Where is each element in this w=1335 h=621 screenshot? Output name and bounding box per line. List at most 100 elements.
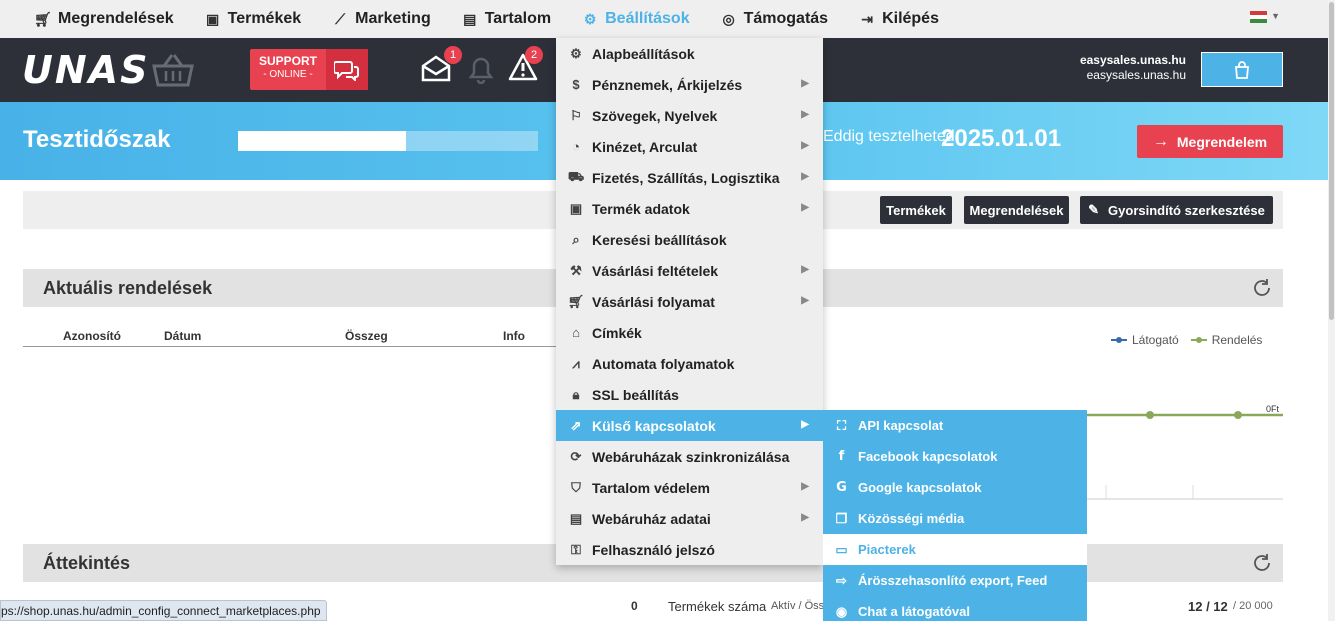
lock-icon: 🔒︎ bbox=[572, 386, 580, 402]
scrollbar-thumb[interactable] bbox=[1329, 2, 1334, 320]
order-now-button[interactable]: → Megrendelem bbox=[1137, 125, 1283, 158]
menu-item-basic-settings[interactable]: ⚙ Alapbeállítások bbox=[556, 38, 823, 69]
chevron-right-icon: ▶ bbox=[801, 109, 809, 120]
menu-item-external-connections[interactable]: ⇗ Külső kapcsolatok ▶ bbox=[556, 410, 823, 441]
cart-icon: 🛒︎ bbox=[567, 293, 585, 309]
basket-logo-icon bbox=[152, 54, 194, 87]
menu-item-automations[interactable]: ⩘ Automata folyamatok bbox=[556, 348, 823, 379]
trial-progress-bar bbox=[238, 131, 538, 151]
chat-bubbles-icon bbox=[326, 49, 368, 90]
trial-end-date: 2025.01.01 bbox=[941, 125, 1062, 152]
user-circle-icon: ◉ bbox=[835, 603, 848, 619]
chevron-right-icon: ▶ bbox=[801, 202, 809, 213]
chevron-right-icon: ▶ bbox=[801, 512, 809, 523]
logout-icon: ⇥ bbox=[861, 10, 873, 27]
menu-item-payment-shipping[interactable]: ⛟ Fizetés, Szállítás, Logisztika ▶ bbox=[556, 162, 823, 193]
browser-status-url: ps://shop.unas.hu/admin_config_connect_m… bbox=[0, 600, 327, 621]
comments-icon: ❐ bbox=[835, 510, 848, 526]
products-limit: / 20 000 bbox=[1233, 600, 1273, 612]
messages-button[interactable]: 1 bbox=[421, 46, 462, 87]
menu-item-user-password[interactable]: ⚿ Felhasználó jelszó bbox=[556, 534, 823, 565]
account-shop: easysales.unas.hu bbox=[1079, 53, 1186, 67]
shortcut-orders-button[interactable]: Megrendelések bbox=[964, 196, 1069, 224]
menu-item-store-data[interactable]: ▤ Webáruház adatai ▶ bbox=[556, 503, 823, 534]
submenu-item-api[interactable]: ⛶ API kapcsolat bbox=[823, 410, 1087, 441]
menu-item-product-data[interactable]: ▣ Termék adatok ▶ bbox=[556, 193, 823, 224]
column-date[interactable]: Dátum bbox=[164, 329, 201, 343]
sitemap-icon: ⛶ bbox=[836, 417, 847, 433]
account-domain: easysales.unas.hu bbox=[1086, 68, 1186, 82]
shopping-bag-icon bbox=[1235, 60, 1249, 79]
submenu-item-marketplaces[interactable]: ▭ Piacterek bbox=[823, 534, 1087, 565]
menu-item-texts-languages[interactable]: ⚐ Szövegek, Nyelvek ▶ bbox=[556, 100, 823, 131]
overview-title: Áttekintés bbox=[43, 553, 131, 573]
submenu-item-visitor-chat[interactable]: ◉ Chat a látogatóval bbox=[823, 596, 1087, 621]
chart-area-icon: ⩘ bbox=[572, 355, 580, 371]
menu-item-ssl[interactable]: 🔒︎ SSL beállítás bbox=[556, 379, 823, 410]
chevron-right-icon: ▶ bbox=[801, 264, 809, 275]
nav-marketing[interactable]: ⟋ Marketing bbox=[331, 10, 430, 28]
alerts-badge: 2 bbox=[525, 46, 543, 64]
support-button[interactable]: SUPPORT - ONLINE - bbox=[250, 49, 368, 90]
products-count-sub: Aktív / Össz bbox=[771, 600, 830, 612]
y-tick-label: 0Ft bbox=[1266, 404, 1280, 414]
settings-dropdown-menu: ⚙ Alapbeállítások $ Pénznemek, Árkijelzés ▶… bbox=[556, 38, 823, 565]
shortcut-products-button[interactable]: Termékek bbox=[880, 196, 952, 224]
nav-products[interactable]: ▣ Termékek bbox=[204, 10, 301, 28]
top-navigation: 🛒︎ Megrendelések ▣ Termékek ⟋ Marketing ▤ Ta… bbox=[0, 0, 1328, 38]
truck-icon: ⛟ bbox=[567, 168, 585, 184]
column-id[interactable]: Azonosító bbox=[63, 329, 121, 343]
submenu-item-social-media[interactable]: ❐ Közösségi média bbox=[823, 503, 1087, 534]
account-info[interactable]: easysales.unas.hu easysales.unas.hu bbox=[1080, 53, 1186, 83]
refresh-icon[interactable] bbox=[1251, 277, 1273, 299]
unas-logo[interactable]: UNAS bbox=[22, 51, 149, 89]
palette-icon: ◔ bbox=[572, 139, 580, 154]
nav-content[interactable]: ▤ Tartalom bbox=[461, 10, 551, 28]
submenu-item-price-export[interactable]: ⇨ Árösszehasonlító export, Feed bbox=[823, 565, 1087, 596]
shop-cart-button[interactable] bbox=[1201, 52, 1283, 87]
lifebuoy-icon: ◎ bbox=[722, 10, 735, 27]
products-count-value: 12 / 12 bbox=[1188, 599, 1228, 614]
chevron-right-icon: ▶ bbox=[801, 419, 809, 430]
menu-item-currencies[interactable]: $ Pénznemek, Árkijelzés ▶ bbox=[556, 69, 823, 100]
submenu-item-facebook[interactable]: f Facebook kapcsolatok bbox=[823, 441, 1087, 472]
legend-visitor: Látogató bbox=[1132, 333, 1179, 347]
menu-item-store-sync[interactable]: ⟳ Webáruházak szinkronizálása bbox=[556, 441, 823, 472]
external-connections-submenu: ⛶ API kapcsolat f Facebook kapcsolatok G Go… bbox=[823, 410, 1087, 621]
edit-shortcuts-button[interactable]: ✎ Gyorsindító szerkesztése bbox=[1080, 196, 1273, 224]
menu-item-purchase-terms[interactable]: ⚒ Vásárlási feltételek ▶ bbox=[556, 255, 823, 286]
hungarian-flag-icon[interactable] bbox=[1250, 11, 1267, 23]
menu-item-search-settings[interactable]: ⌕ Keresési beállítások bbox=[556, 224, 823, 255]
dollar-icon: $ bbox=[572, 77, 580, 92]
menu-item-purchase-process[interactable]: 🛒︎ Vásárlási folyamat ▶ bbox=[556, 286, 823, 317]
menu-item-content-protection[interactable]: ⛉ Tartalom védelem ▶ bbox=[556, 472, 823, 503]
file-icon: ▤ bbox=[569, 510, 583, 526]
refresh-icon[interactable] bbox=[1251, 552, 1273, 574]
gavel-icon: ⚒ bbox=[570, 262, 582, 278]
gear-icon: ⚙ bbox=[583, 10, 597, 27]
external-link-icon: ⇗ bbox=[570, 417, 582, 433]
nav-logout[interactable]: ⇥ Kilépés bbox=[858, 10, 939, 28]
notifications-button[interactable] bbox=[468, 56, 494, 89]
menu-item-appearance[interactable]: ◔ Kinézet, Arculat ▶ bbox=[556, 131, 823, 162]
support-status: - ONLINE - bbox=[263, 69, 313, 80]
nav-settings[interactable]: ⚙ Beállítások bbox=[581, 10, 690, 28]
facebook-icon: f bbox=[838, 449, 845, 464]
chevron-down-icon[interactable]: ▼ bbox=[1271, 11, 1280, 21]
products-count-label: Termékek száma bbox=[668, 599, 767, 614]
search-icon: ⌕ bbox=[572, 231, 580, 247]
column-amount[interactable]: Összeg bbox=[345, 329, 388, 343]
nav-orders[interactable]: 🛒︎ Megrendelések bbox=[34, 10, 174, 28]
bell-icon bbox=[468, 57, 494, 85]
export-icon: ⇨ bbox=[836, 572, 847, 588]
page-scrollbar[interactable] bbox=[1328, 0, 1335, 621]
alerts-button[interactable]: 2 bbox=[508, 46, 543, 87]
google-icon: G bbox=[836, 480, 847, 495]
submenu-item-google[interactable]: G Google kapcsolatok bbox=[823, 472, 1087, 503]
column-info[interactable]: Info bbox=[503, 329, 525, 343]
cart-icon: 🛒︎ bbox=[34, 10, 52, 27]
menu-item-tags[interactable]: ⌂ Címkék bbox=[556, 317, 823, 348]
chevron-right-icon: ▶ bbox=[801, 78, 809, 89]
order-point bbox=[1234, 411, 1242, 419]
nav-support[interactable]: ◎ Támogatás bbox=[720, 10, 828, 28]
